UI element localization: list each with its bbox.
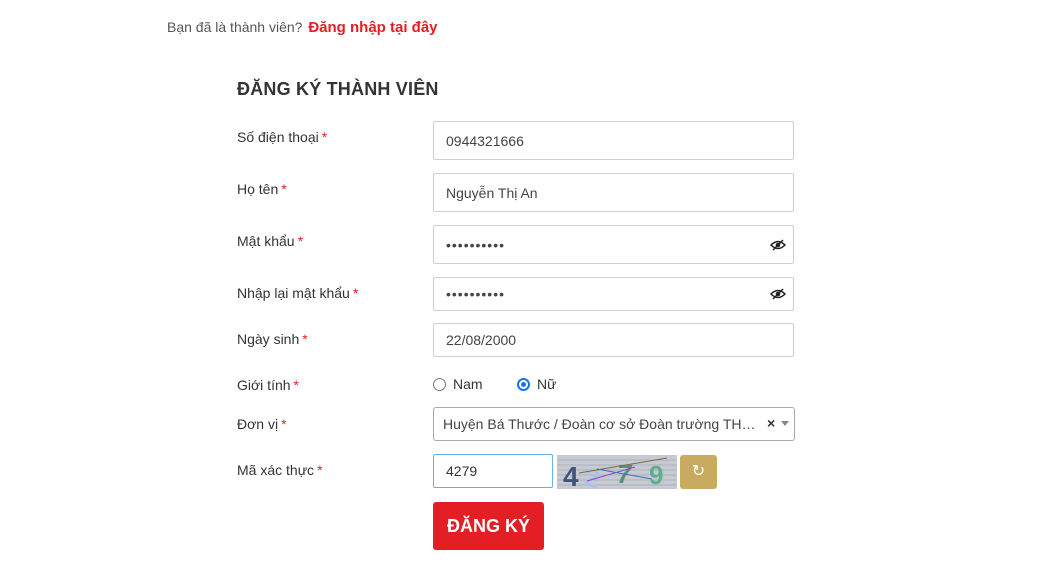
phone-label-text: Số điện thoại — [237, 129, 319, 145]
gender-label: Giới tính * — [237, 377, 299, 393]
unit-select[interactable]: Huyện Bá Thước / Đoàn cơ sở Đoàn trường … — [433, 407, 795, 441]
unit-selected-value: Huyện Bá Thước / Đoàn cơ sở Đoàn trường … — [443, 416, 763, 432]
password-label: Mật khẩu * — [237, 233, 303, 249]
refresh-captcha-button[interactable]: ↻ — [680, 455, 717, 489]
gender-label-text: Giới tính — [237, 377, 291, 393]
required-mark: * — [317, 462, 323, 478]
unit-label: Đơn vị * — [237, 416, 287, 432]
password-label-text: Mật khẩu — [237, 233, 295, 249]
full-name-input[interactable] — [433, 173, 794, 212]
phone-input[interactable] — [433, 121, 794, 160]
confirm-password-input[interactable] — [433, 277, 794, 311]
eye-slash-icon[interactable] — [770, 288, 786, 300]
gender-option-male[interactable]: Nam — [433, 376, 483, 392]
gender-option-female-label: Nữ — [537, 376, 557, 392]
required-mark: * — [302, 331, 308, 347]
radio-female[interactable] — [517, 377, 530, 391]
required-mark: * — [281, 181, 287, 197]
register-button[interactable]: ĐĂNG KÝ — [433, 502, 544, 550]
gender-option-male-label: Nam — [453, 376, 483, 392]
clear-icon[interactable]: × — [767, 415, 775, 431]
birthday-label: Ngày sinh * — [237, 331, 308, 347]
eye-slash-icon[interactable] — [770, 239, 786, 251]
required-mark: * — [352, 285, 359, 301]
login-link[interactable]: Đăng nhập tại đây — [308, 19, 437, 36]
captcha-digit: 9 — [649, 460, 663, 489]
birthday-label-text: Ngày sinh — [237, 331, 300, 347]
required-mark: * — [297, 233, 304, 249]
radio-male[interactable] — [433, 377, 446, 391]
confirm-password-label-text: Nhập lại mật khẩu — [237, 285, 350, 301]
password-input[interactable] — [433, 225, 794, 264]
unit-label-text: Đơn vị — [237, 416, 279, 432]
full-name-label: Họ tên * — [237, 181, 287, 197]
login-prompt: Bạn đã là thành viên? Đăng nhập tại đây — [167, 19, 438, 36]
birthday-input[interactable] — [433, 323, 794, 357]
phone-label: Số điện thoại * — [237, 129, 327, 145]
captcha-digit: 4 — [563, 461, 579, 489]
gender-option-female[interactable]: Nữ — [517, 376, 556, 392]
chevron-down-icon[interactable] — [781, 421, 789, 426]
captcha-input[interactable] — [433, 454, 553, 488]
form-title: ĐĂNG KÝ THÀNH VIÊN — [237, 79, 439, 99]
required-mark: * — [281, 416, 287, 432]
confirm-password-label: Nhập lại mật khẩu * — [237, 285, 358, 301]
full-name-label-text: Họ tên — [237, 181, 279, 197]
login-prompt-text: Bạn đã là thành viên? — [167, 19, 303, 35]
captcha-image: 4 2 7 9 — [557, 455, 677, 489]
required-mark: * — [321, 129, 328, 145]
captcha-label: Mã xác thực * — [237, 462, 323, 478]
captcha-label-text: Mã xác thực — [237, 462, 315, 478]
required-mark: * — [293, 377, 299, 393]
